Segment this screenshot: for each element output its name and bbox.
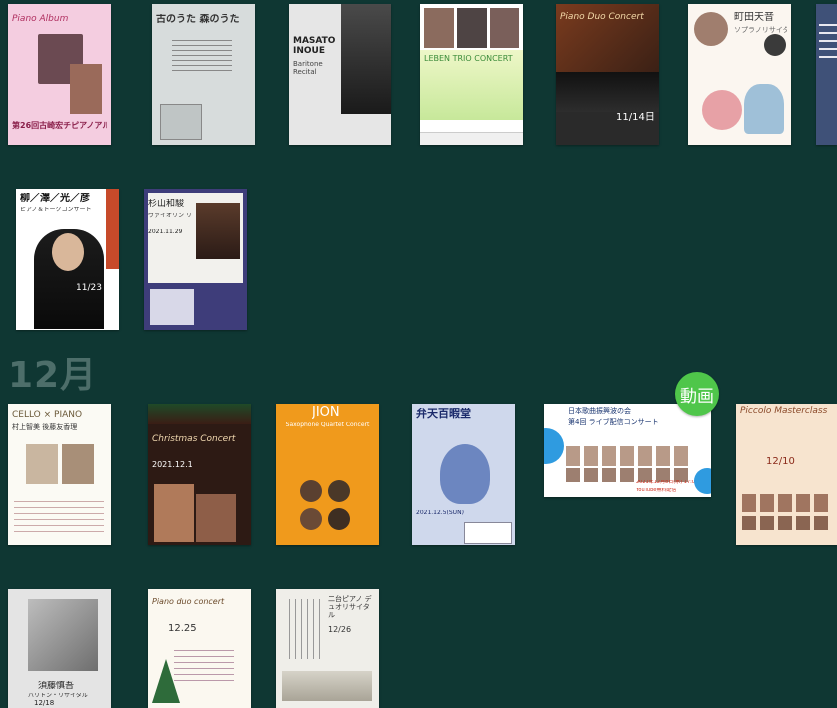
poster-text-block [14, 496, 104, 536]
poster-subtitle: 村上智美 後藤友香理 [12, 423, 78, 431]
video-badge[interactable]: 動画 [675, 372, 719, 416]
poster-map [464, 522, 512, 544]
poster-illustration [702, 90, 742, 130]
poster-ancient-song[interactable]: 古のうた 森のうた [152, 4, 255, 145]
poster-date: 11/23 [76, 283, 102, 293]
poster-photo [694, 12, 728, 46]
poster-text-block [174, 645, 234, 685]
poster-piano [282, 671, 372, 701]
poster-garland [148, 404, 251, 424]
poster-live-stream-concert[interactable]: 日本歌曲振興波の会 第4回 ライブ配信コンサート 2021年12月8日(水) 1… [544, 404, 711, 497]
poster-title: 町田天音 [734, 12, 774, 23]
poster-title: 第26回古崎宏チピアノアルバム [12, 121, 107, 130]
poster-title: LEBEN TRIO CONCERT [424, 54, 513, 63]
poster-date: 2021.11.29 [148, 229, 183, 235]
poster-subtitle: 第4回 ライブ配信コンサート [568, 418, 659, 426]
poster-footer [420, 132, 523, 145]
poster-title: JION [312, 406, 340, 420]
poster-title: 柳／澤／光／彦 [20, 193, 90, 204]
poster-christmas-concert[interactable]: Christmas Concert 2021.12.1 [148, 404, 251, 545]
poster-illustration [744, 84, 784, 134]
poster-photo [424, 8, 454, 48]
poster-piano-album[interactable]: Piano Album 第26回古崎宏チピアノアルバム [8, 4, 111, 145]
poster-date: 12.25 [168, 623, 197, 634]
poster-sudo-shingo[interactable]: 須藤慎吾 バリトン・リサイタル 12/18 [8, 589, 111, 708]
poster-date: 12/26 [328, 625, 352, 634]
poster-text-block [172, 36, 232, 74]
poster-photo [70, 64, 102, 114]
poster-photo [196, 494, 236, 542]
poster-piccolo-masterclass[interactable]: Piccolo Masterclass 12/10 [736, 404, 837, 545]
poster-subtitle: Piano Album [12, 14, 69, 24]
poster-yanagisawa[interactable]: 柳／澤／光／彦 ピアノ＆トークコンサート 11/23 [16, 189, 119, 330]
poster-benten[interactable]: 弁天百暇堂 2021.12.5(SUN) [412, 404, 515, 545]
poster-photo [341, 4, 391, 114]
poster-illustration [440, 444, 490, 504]
poster-title: 弁天百暇堂 [416, 408, 471, 420]
poster-photo [196, 203, 240, 259]
poster-photo [154, 484, 194, 542]
poster-text-block [284, 599, 324, 659]
poster-photo [62, 444, 94, 484]
poster-photo [26, 444, 58, 484]
poster-leben-trio[interactable]: LEBEN TRIO CONCERT [420, 4, 523, 145]
poster-title: MASATO INOUE [293, 36, 336, 57]
poster-cello-piano[interactable]: CELLO × PIANO 村上智美 後藤友香理 [8, 404, 111, 545]
poster-date: 12/10 [766, 456, 795, 467]
poster-machida-amane[interactable]: 町田天音 ソプラノリサイタル [688, 4, 791, 145]
poster-map [160, 104, 202, 140]
poster-photo [328, 508, 350, 530]
poster-subtitle: ヴァイオリン リサイタル [148, 213, 192, 219]
poster-photo [490, 8, 519, 48]
poster-title: 杉山和駿 [148, 199, 185, 209]
poster-text-block [819, 18, 837, 58]
poster-date: 12/18 [34, 699, 55, 707]
poster-sugiyama[interactable]: 杉山和駿 ヴァイオリン リサイタル 2021.11.29 [144, 189, 247, 330]
poster-title: 二台ピアノ デュオリサイタル [328, 595, 372, 620]
poster-title: Piano Duo Concert [560, 12, 644, 22]
poster-piano [556, 72, 659, 112]
poster-date: 2021.12.1 [152, 460, 193, 469]
poster-photo [457, 8, 487, 48]
poster-title: Christmas Concert [152, 434, 236, 444]
poster-photo [300, 508, 322, 530]
poster-photo [328, 480, 350, 502]
poster-subtitle: ソプラノリサイタル [734, 26, 787, 34]
poster-date: 11/14日 [616, 112, 655, 123]
poster-title: 須藤慎吾 [38, 681, 75, 691]
poster-photo-row [566, 446, 692, 466]
poster-title: Piano duo concert [152, 597, 225, 606]
poster-subtitle: ピアノ＆トークコンサート [20, 207, 92, 213]
poster-photo-row [742, 516, 832, 530]
poster-subtitle: Baritone Recital [293, 60, 323, 77]
poster-subtitle: Saxophone Quartet Concert [285, 422, 370, 428]
month-heading: 12月 [8, 355, 98, 396]
poster-tree [152, 659, 180, 703]
poster-circle [544, 428, 564, 464]
poster-date: 2021.12.5(SUN) [416, 510, 464, 516]
poster-map [150, 289, 194, 325]
poster-photo-row [742, 494, 832, 512]
poster-masato-inoue[interactable]: MASATO INOUE Baritone Recital [289, 4, 391, 145]
poster-jion-sax[interactable]: JION Saxophone Quartet Concert [276, 404, 379, 545]
poster-photo [52, 233, 84, 271]
poster-photo [28, 599, 98, 671]
poster-title: 古のうた 森のうた [156, 14, 240, 25]
poster-two-piano-duo[interactable]: 二台ピアノ デュオリサイタル 12/26 [276, 589, 379, 708]
poster-partial-right[interactable] [816, 4, 837, 145]
poster-photo [300, 480, 322, 502]
poster-piano-duo[interactable]: Piano Duo Concert 11/14日 [556, 4, 659, 145]
poster-title: CELLO × PIANO [12, 410, 83, 420]
poster-piano-duo-concert-xmas[interactable]: Piano duo concert 12.25 [148, 589, 251, 708]
poster-photo [764, 34, 786, 56]
poster-title: Piccolo Masterclass [740, 406, 828, 416]
